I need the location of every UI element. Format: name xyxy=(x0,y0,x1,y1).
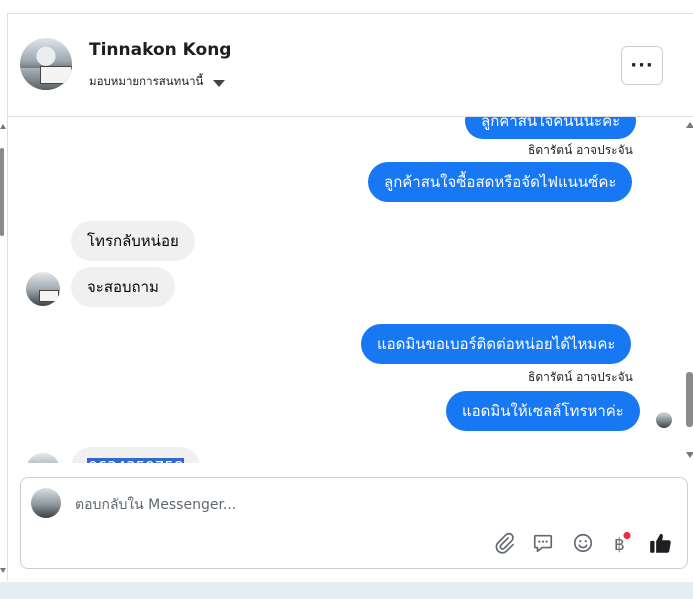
reply-input[interactable] xyxy=(73,492,657,518)
page-bottom-strip xyxy=(0,582,693,599)
reply-composer: ฿ xyxy=(20,477,688,569)
conversation-header: Tinnakon Kong มอบหมายการสนทนานี้ ··· xyxy=(8,14,693,117)
caret-down-icon xyxy=(213,79,226,87)
saved-replies-button[interactable] xyxy=(530,530,556,556)
left-scrollbar-thumb[interactable] xyxy=(0,148,4,236)
scrollbar-thumb[interactable] xyxy=(686,372,693,427)
contact-avatar-small xyxy=(26,272,60,306)
left-scroll-up-arrow[interactable] xyxy=(0,124,6,129)
incoming-message-partial: 0634359758 xyxy=(71,447,201,463)
selected-phone-number: 0634359758 xyxy=(87,458,185,463)
emoji-icon xyxy=(573,533,593,553)
seen-indicator-avatar xyxy=(656,412,672,428)
paperclip-icon xyxy=(495,532,514,554)
avatar-sign xyxy=(40,66,72,84)
avatar-sign xyxy=(39,290,59,302)
message-thread: ลูกค้าสนใจคนนี้นะคะ ธิดารัตน์ อาจประจัน … xyxy=(8,117,693,463)
outgoing-message-partial: ลูกค้าสนใจคนนี้นะคะ xyxy=(465,117,637,139)
emoji-button[interactable] xyxy=(570,530,596,556)
more-options-button[interactable]: ··· xyxy=(621,46,663,85)
outgoing-message: แอดมินขอเบอร์ติดต่อหน่อยได้ไหมคะ xyxy=(361,324,632,364)
sender-name: ธิดารัตน์ อาจประจัน xyxy=(528,143,633,157)
outgoing-message: แอดมินให้เซลล์โทรหาค่ะ xyxy=(446,391,640,431)
incoming-message: โทรกลับหน่อย xyxy=(71,221,195,261)
left-scroll-down-arrow[interactable] xyxy=(0,568,6,573)
scroll-down-arrow[interactable] xyxy=(686,452,693,458)
contact-avatar[interactable] xyxy=(20,38,72,90)
outgoing-message: ลูกค้าสนใจซื้อสดหรือจัดไฟแนนซ์คะ xyxy=(368,162,633,202)
sender-name: ธิดารัตน์ อาจประจัน xyxy=(528,370,633,384)
thumbs-up-icon xyxy=(650,533,671,553)
assign-conversation-label: มอบหมายการสนทนานี้ xyxy=(89,74,204,88)
payment-button[interactable]: ฿ xyxy=(608,530,634,556)
contact-avatar-small xyxy=(26,453,60,463)
baht-icon: ฿ xyxy=(614,531,631,555)
assign-conversation-dropdown[interactable]: มอบหมายการสนทนานี้ xyxy=(89,73,226,91)
contact-name[interactable]: Tinnakon Kong xyxy=(89,40,231,60)
incoming-message: จะสอบถาม xyxy=(71,267,175,307)
svg-text:฿: ฿ xyxy=(614,535,625,555)
attach-button[interactable] xyxy=(491,530,517,556)
page-avatar xyxy=(31,488,61,518)
send-like-button[interactable] xyxy=(648,530,674,556)
scroll-up-arrow[interactable] xyxy=(686,122,693,128)
chat-bubble-icon xyxy=(533,534,553,553)
